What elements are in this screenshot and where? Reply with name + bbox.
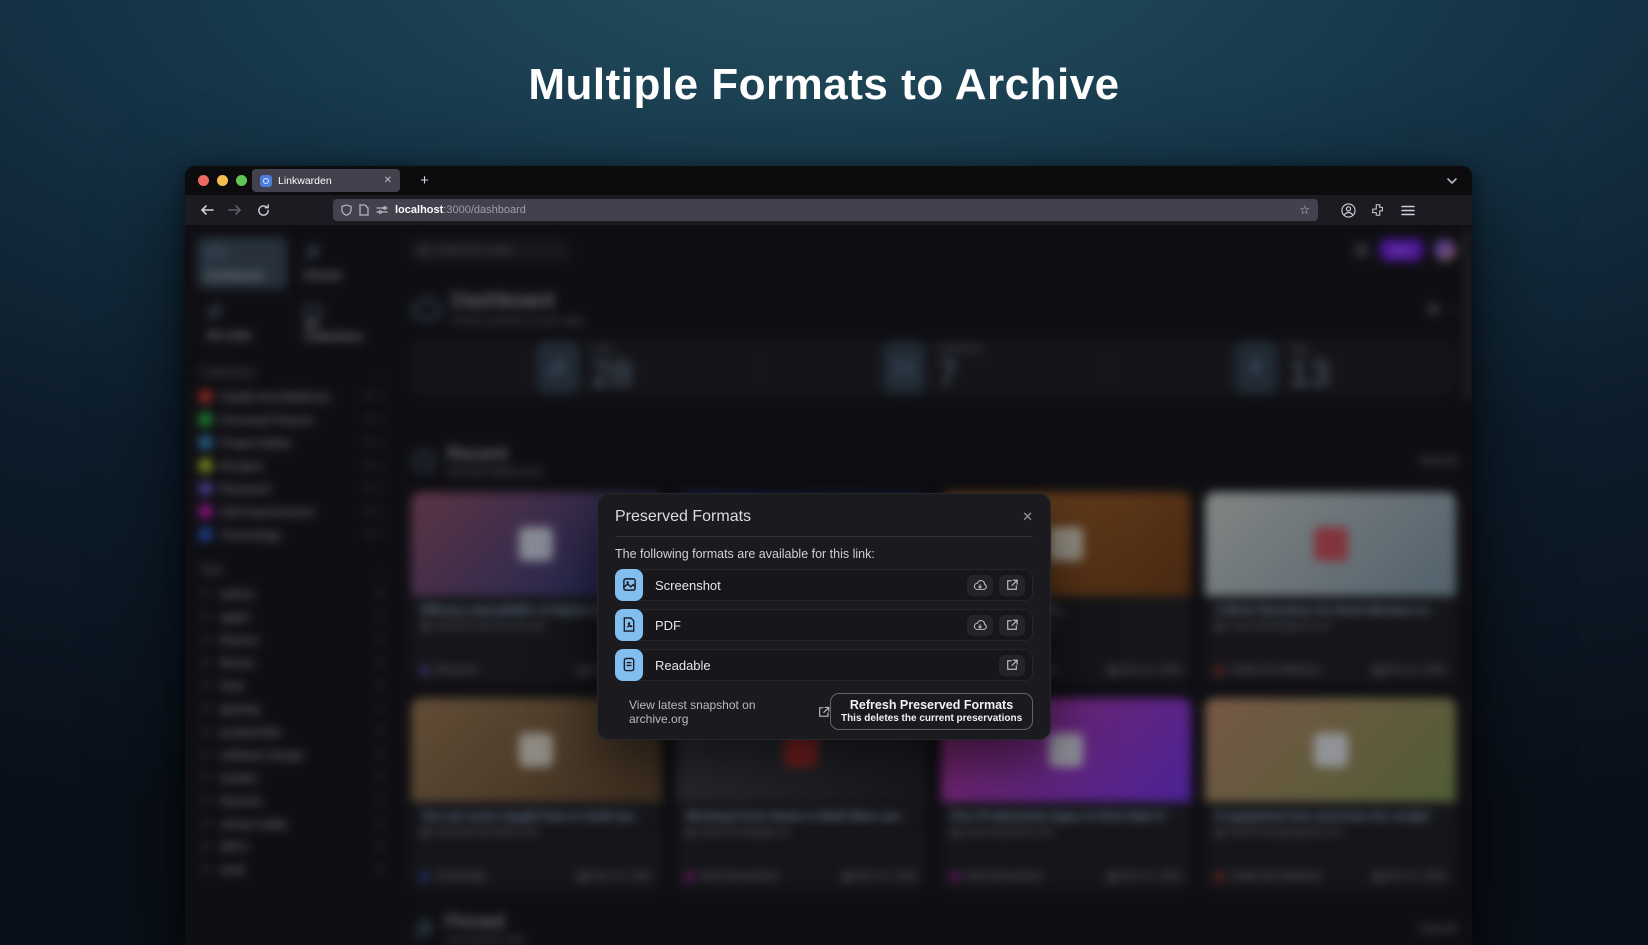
open-external-button[interactable]: [999, 575, 1025, 596]
maximize-window-button[interactable]: [236, 175, 247, 186]
page-title: Multiple Formats to Archive: [0, 60, 1648, 110]
download-button[interactable]: [967, 575, 993, 596]
open-external-button[interactable]: [999, 615, 1025, 636]
page-viewport: Dashboard Pinned All Links: [185, 225, 1472, 945]
browser-toolbar-right: [1336, 198, 1420, 222]
browser-tab[interactable]: Linkwarden ✕: [252, 169, 400, 192]
page-info-icon[interactable]: [359, 204, 369, 216]
format-row-readable[interactable]: Readable: [615, 649, 1033, 681]
format-label: Screenshot: [655, 578, 967, 593]
modal-description: The following formats are available for …: [615, 547, 1033, 561]
format-label: Readable: [655, 658, 999, 673]
url-path: :3000/dashboard: [443, 204, 526, 216]
menu-hamburger-icon[interactable]: [1396, 198, 1420, 222]
close-window-button[interactable]: [198, 175, 209, 186]
window-controls: [185, 175, 259, 186]
forward-button[interactable]: [223, 198, 247, 222]
browser-window: Linkwarden ✕ +: [185, 166, 1472, 945]
tab-list-chevron-icon[interactable]: [1446, 177, 1458, 185]
minimize-window-button[interactable]: [217, 175, 228, 186]
archive-link-text: View latest snapshot on archive.org: [629, 698, 812, 726]
reload-button[interactable]: [251, 198, 275, 222]
format-label: PDF: [655, 618, 967, 633]
external-link-icon: [818, 706, 830, 718]
close-icon[interactable]: ✕: [1022, 509, 1033, 525]
archive-org-link[interactable]: View latest snapshot on archive.org: [629, 698, 830, 726]
site-settings-icon[interactable]: [376, 205, 388, 215]
browser-nav-bar: localhost:3000/dashboard ☆: [185, 195, 1472, 225]
open-external-button[interactable]: [999, 655, 1025, 676]
screenshot-image-icon: [615, 569, 643, 601]
new-tab-button[interactable]: +: [413, 169, 436, 192]
format-row-pdf[interactable]: PDF: [615, 609, 1033, 641]
url-host: localhost: [395, 204, 443, 216]
tab-title: Linkwarden: [278, 175, 378, 187]
download-button[interactable]: [967, 615, 993, 636]
refresh-button-line2: This deletes the current preservations: [841, 713, 1022, 725]
divider: [615, 536, 1033, 537]
account-icon[interactable]: [1336, 198, 1360, 222]
preserved-formats-modal: Preserved Formats ✕ The following format…: [597, 493, 1051, 740]
readable-doc-icon: [615, 649, 643, 681]
url-bar[interactable]: localhost:3000/dashboard ☆: [333, 199, 1318, 221]
bookmark-star-icon[interactable]: ☆: [1299, 203, 1310, 217]
page-background: Multiple Formats to Archive Linkwarden ✕…: [0, 0, 1648, 945]
refresh-button-line1: Refresh Preserved Formats: [850, 698, 1013, 712]
browser-tab-bar: Linkwarden ✕ +: [185, 166, 1472, 195]
extensions-puzzle-icon[interactable]: [1366, 198, 1390, 222]
back-button[interactable]: [195, 198, 219, 222]
modal-title: Preserved Formats: [615, 508, 751, 526]
shield-icon[interactable]: [341, 204, 352, 216]
refresh-preserved-formats-button[interactable]: Refresh Preserved Formats This deletes t…: [830, 693, 1033, 730]
url-text: localhost:3000/dashboard: [395, 204, 1292, 216]
pdf-file-icon: [615, 609, 643, 641]
tab-close-icon[interactable]: ✕: [384, 175, 392, 186]
linkwarden-favicon-icon: [260, 175, 272, 187]
format-row-screenshot[interactable]: Screenshot: [615, 569, 1033, 601]
